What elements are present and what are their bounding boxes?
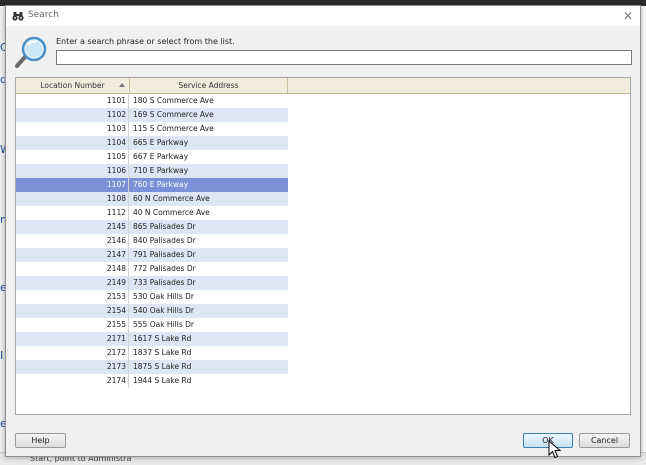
location-number-cell: 1103 bbox=[16, 122, 129, 136]
service-address-cell: 555 Oak Hills Dr bbox=[133, 320, 194, 329]
service-address-cell: 115 S Commerce Ave bbox=[133, 124, 214, 133]
table-row[interactable]: 1104 665 E Parkway bbox=[16, 136, 288, 150]
service-address-cell: 1617 S Lake Rd bbox=[133, 334, 192, 343]
search-dialog: Search ✕ Enter a search phrase or select… bbox=[5, 5, 641, 457]
table-row[interactable]: 2173 1875 S Lake Rd bbox=[16, 360, 288, 374]
location-number-cell: 2149 bbox=[16, 276, 129, 290]
table-row[interactable]: 1108 60 N Commerce Ave bbox=[16, 192, 288, 206]
location-number-cell: 2153 bbox=[16, 290, 129, 304]
location-number-cell: 1102 bbox=[16, 108, 129, 122]
service-address-cell: 169 S Commerce Ave bbox=[133, 110, 214, 119]
dialog-titlebar: Search ✕ bbox=[6, 6, 640, 26]
service-address-cell: 865 Palisades Dr bbox=[133, 222, 196, 231]
service-address-cell: 180 S Commerce Ave bbox=[133, 96, 214, 105]
close-button[interactable]: ✕ bbox=[620, 8, 636, 24]
service-address-cell: 772 Palisades Dr bbox=[133, 264, 196, 273]
table-row[interactable]: 2154 540 Oak Hills Dr bbox=[16, 304, 288, 318]
table-row[interactable]: 1107 760 E Parkway bbox=[16, 178, 288, 192]
location-number-cell: 2145 bbox=[16, 220, 129, 234]
search-input[interactable] bbox=[56, 50, 632, 65]
service-address-cell: 1837 S Lake Rd bbox=[133, 348, 192, 357]
location-number-cell: 2173 bbox=[16, 360, 129, 374]
service-address-cell: 1944 S Lake Rd bbox=[133, 376, 192, 385]
service-address-cell: 710 E Parkway bbox=[133, 166, 189, 175]
table-row[interactable]: 1101 180 S Commerce Ave bbox=[16, 94, 288, 108]
close-icon: ✕ bbox=[622, 9, 634, 23]
cancel-button[interactable]: Cancel bbox=[579, 433, 630, 448]
table-row[interactable]: 2172 1837 S Lake Rd bbox=[16, 346, 288, 360]
service-address-cell: 60 N Commerce Ave bbox=[133, 194, 210, 203]
service-address-cell: 1875 S Lake Rd bbox=[133, 362, 192, 371]
dialog-title: Search bbox=[28, 10, 59, 20]
table-row[interactable]: 2171 1617 S Lake Rd bbox=[16, 332, 288, 346]
location-number-cell: 2155 bbox=[16, 318, 129, 332]
list-header: Location Number Service Address bbox=[16, 78, 630, 94]
results-list[interactable]: Location Number Service Address 1101 180 … bbox=[15, 77, 631, 415]
table-row[interactable]: 2153 530 Oak Hills Dr bbox=[16, 290, 288, 304]
list-rows: 1101 180 S Commerce Ave 1102 169 S Commerce… bbox=[16, 94, 288, 388]
table-row[interactable]: 2155 555 Oak Hills Dr bbox=[16, 318, 288, 332]
column-header-label: Service Address bbox=[178, 81, 239, 90]
service-address-cell: 540 Oak Hills Dr bbox=[133, 306, 194, 315]
location-number-cell: 2146 bbox=[16, 234, 129, 248]
location-number-cell: 1104 bbox=[16, 136, 129, 150]
location-number-cell: 2148 bbox=[16, 262, 129, 276]
service-address-cell: 40 N Commerce Ave bbox=[133, 208, 210, 217]
service-address-cell: 840 Palisades Dr bbox=[133, 236, 196, 245]
table-row[interactable]: 2145 865 Palisades Dr bbox=[16, 220, 288, 234]
table-row[interactable]: 2149 733 Palisades Dr bbox=[16, 276, 288, 290]
location-number-cell: 1105 bbox=[16, 150, 129, 164]
column-header-service-address[interactable]: Service Address bbox=[130, 78, 288, 93]
service-address-cell: 791 Palisades Dr bbox=[133, 250, 196, 259]
table-row[interactable]: 1103 115 S Commerce Ave bbox=[16, 122, 288, 136]
magnifier-icon bbox=[15, 36, 47, 68]
mouse-pointer-icon bbox=[548, 440, 562, 459]
location-number-cell: 1108 bbox=[16, 192, 129, 206]
service-address-cell: 760 E Parkway bbox=[133, 180, 189, 189]
table-row[interactable]: 1112 40 N Commerce Ave bbox=[16, 206, 288, 220]
sort-ascending-icon bbox=[119, 83, 125, 87]
table-row[interactable]: 2147 791 Palisades Dr bbox=[16, 248, 288, 262]
location-number-cell: 2171 bbox=[16, 332, 129, 346]
service-address-cell: 665 E Parkway bbox=[133, 138, 189, 147]
service-address-cell: 667 E Parkway bbox=[133, 152, 189, 161]
table-row[interactable]: 2146 840 Palisades Dr bbox=[16, 234, 288, 248]
table-row[interactable]: 1106 710 E Parkway bbox=[16, 164, 288, 178]
location-number-cell: 1101 bbox=[16, 94, 129, 108]
location-number-cell: 2172 bbox=[16, 346, 129, 360]
location-number-cell: 2174 bbox=[16, 374, 129, 388]
location-number-cell: 2154 bbox=[16, 304, 129, 318]
instructions-label: Enter a search phrase or select from the… bbox=[56, 37, 235, 46]
help-button[interactable]: Help bbox=[15, 433, 66, 448]
table-row[interactable]: 2174 1944 S Lake Rd bbox=[16, 374, 288, 388]
location-number-cell: 2147 bbox=[16, 248, 129, 262]
location-number-cell: 1107 bbox=[16, 178, 129, 192]
column-header-location-number[interactable]: Location Number bbox=[16, 78, 130, 93]
location-number-cell: 1112 bbox=[16, 206, 129, 220]
table-row[interactable]: 1102 169 S Commerce Ave bbox=[16, 108, 288, 122]
column-header-label: Location Number bbox=[40, 81, 105, 90]
table-row[interactable]: 2148 772 Palisades Dr bbox=[16, 262, 288, 276]
service-address-cell: 530 Oak Hills Dr bbox=[133, 292, 194, 301]
service-address-cell: 733 Palisades Dr bbox=[133, 278, 196, 287]
location-number-cell: 1106 bbox=[16, 164, 129, 178]
binoculars-icon bbox=[12, 12, 24, 21]
table-row[interactable]: 1105 667 E Parkway bbox=[16, 150, 288, 164]
